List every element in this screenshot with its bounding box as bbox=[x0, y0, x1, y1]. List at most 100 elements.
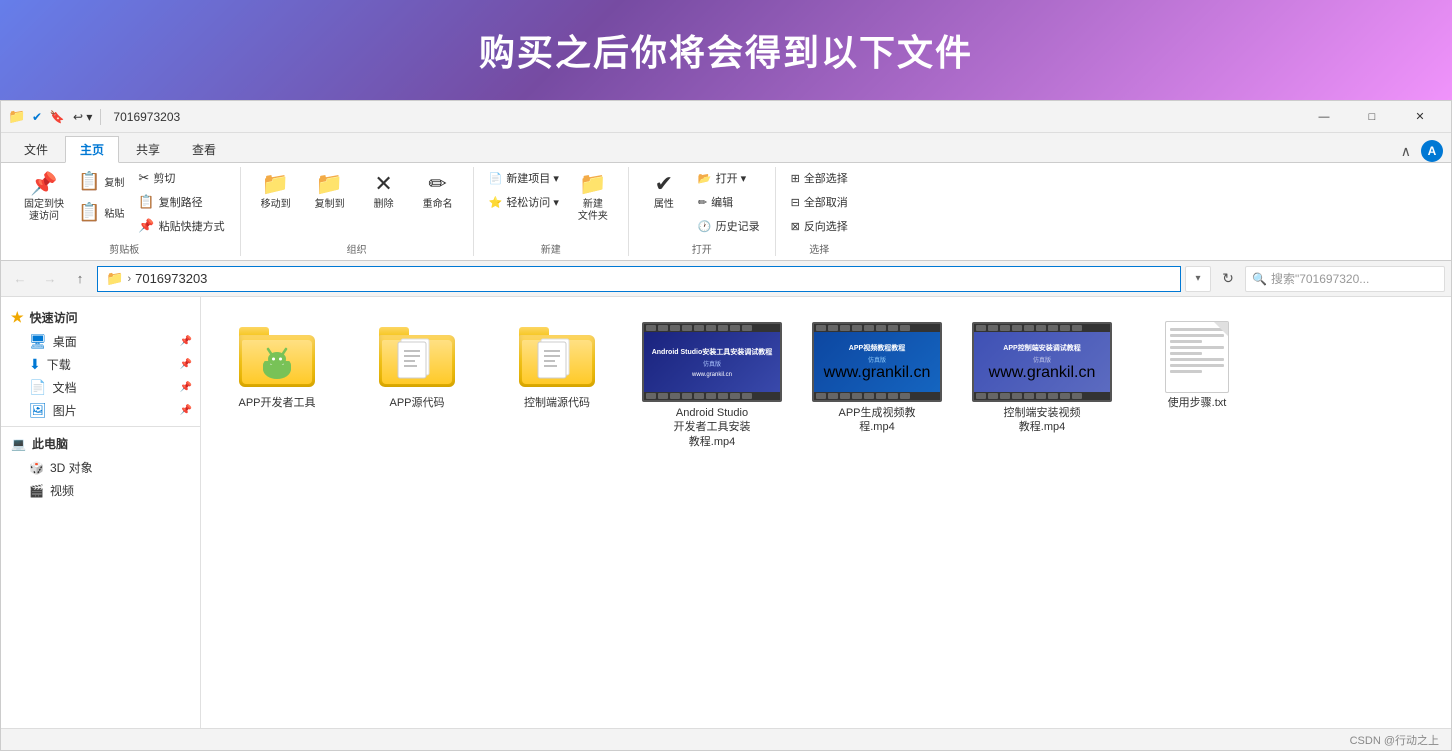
undo-button[interactable]: ↩ ▾ bbox=[73, 110, 92, 124]
sidebar: ★ 快速访问 🖥 桌面 📌 ⬇ 下载 📌 📄 文档 📌 🖼 图片 � bbox=[1, 297, 201, 728]
app-gen-video-content: APP视频教程教程 仿真版 www.grankil.cn bbox=[814, 332, 940, 392]
file-item-android-studio-video[interactable]: Android Studio安装工具安装调试教程 仿真版 www.grankil… bbox=[637, 313, 787, 458]
file-item-app-gen-video[interactable]: APP视频教程教程 仿真版 www.grankil.cn APP生成视频教程.m… bbox=[807, 313, 947, 458]
new-folder-button[interactable]: 📁 新建文件夹 bbox=[568, 167, 618, 227]
minimize-button[interactable]: — bbox=[1301, 102, 1347, 132]
copy-button[interactable]: 📋 复制 bbox=[73, 167, 129, 196]
back-button[interactable]: ← bbox=[7, 266, 33, 292]
breadcrumb-path: 7016973203 bbox=[135, 271, 207, 286]
file-item-app-source[interactable]: APP源代码 bbox=[357, 313, 477, 458]
new-label: 新建 bbox=[541, 241, 561, 256]
this-pc-header[interactable]: 💻 此电脑 bbox=[1, 431, 200, 456]
sidebar-item-downloads[interactable]: ⬇ 下载 📌 bbox=[1, 353, 200, 376]
sidebar-item-videos[interactable]: 🎬 视频 bbox=[1, 479, 200, 502]
quick-access-label: 快速访问 bbox=[30, 309, 78, 326]
3d-icon: 🎲 bbox=[29, 461, 44, 475]
desktop-icon: 🖥 bbox=[29, 333, 47, 350]
filmstrip-top-3 bbox=[974, 324, 1110, 332]
select-none-button[interactable]: ⊟ 全部取消 bbox=[786, 191, 853, 213]
window-title: 7016973203 bbox=[113, 110, 180, 124]
open-label: 打开 bbox=[692, 241, 712, 256]
txt-line-8 bbox=[1170, 370, 1202, 373]
filmstrip-top-2 bbox=[814, 324, 940, 332]
title-bar: 📁 ✔ 🔖 ↩ ▾ 7016973203 — □ ✕ bbox=[1, 101, 1451, 133]
rename-button[interactable]: ✏ 重命名 bbox=[413, 167, 463, 223]
history-icon: 🕐 bbox=[698, 220, 712, 233]
paste-shortcut-icon: 📌 bbox=[138, 218, 154, 234]
history-button[interactable]: 🕐 历史记录 bbox=[693, 215, 765, 237]
txt-file-icon bbox=[1165, 321, 1229, 393]
easy-access-button[interactable]: ⭐ 轻松访问 ▾ bbox=[484, 191, 564, 213]
main-area: ★ 快速访问 🖥 桌面 📌 ⬇ 下载 📌 📄 文档 📌 🖼 图片 � bbox=[1, 297, 1451, 728]
maximize-button[interactable]: □ bbox=[1349, 102, 1395, 132]
sidebar-item-documents[interactable]: 📄 文档 📌 bbox=[1, 376, 200, 399]
up-button[interactable]: ↑ bbox=[67, 266, 93, 292]
search-bar[interactable]: 🔍 搜索"701697320... bbox=[1245, 266, 1445, 292]
ribbon-collapse-button[interactable]: ∧ bbox=[1395, 141, 1417, 162]
address-dropdown-button[interactable]: ▾ bbox=[1185, 266, 1211, 292]
star-icon: ★ bbox=[11, 309, 24, 326]
close-button[interactable]: ✕ bbox=[1397, 102, 1443, 132]
sidebar-item-3d-objects[interactable]: 🎲 3D 对象 bbox=[1, 456, 200, 479]
copy-path-button[interactable]: 📋 复制路径 bbox=[133, 191, 229, 213]
breadcrumb-arrow: › bbox=[127, 273, 131, 285]
ctrlpanel-video-link: www.grankil.cn bbox=[989, 364, 1096, 382]
txt-line-7 bbox=[1170, 364, 1224, 367]
tab-home[interactable]: 主页 bbox=[65, 136, 119, 163]
sidebar-divider bbox=[1, 426, 200, 427]
file-item-usage-txt[interactable]: 使用步骤.txt bbox=[1137, 313, 1257, 458]
filmstrip-bottom-2 bbox=[814, 392, 940, 400]
user-avatar[interactable]: A bbox=[1421, 140, 1443, 162]
ribbon-group-clipboard: 📌 固定到快速访问 📋 复制 📋 粘贴 ✂ 剪切 bbox=[9, 167, 241, 256]
tab-view[interactable]: 查看 bbox=[177, 136, 231, 162]
computer-label: 此电脑 bbox=[32, 435, 68, 452]
banner-title: 购买之后你将会得到以下文件 bbox=[479, 24, 973, 76]
edit-button[interactable]: ✏ 编辑 bbox=[693, 191, 765, 213]
scissors-icon: ✂ bbox=[138, 170, 149, 186]
tab-share[interactable]: 共享 bbox=[121, 136, 175, 162]
title-sep bbox=[100, 109, 101, 125]
sidebar-item-pictures[interactable]: 🖼 图片 📌 bbox=[1, 399, 200, 422]
select-all-button[interactable]: ⊞ 全部选择 bbox=[786, 167, 853, 189]
ctrl-source-icon-wrapper bbox=[517, 322, 597, 392]
pin-icon-desktop: 📌 bbox=[180, 336, 192, 347]
file-item-app-dev-tools[interactable]: APP开发者工具 bbox=[217, 313, 337, 458]
appgen-video-link: www.grankil.cn bbox=[824, 364, 931, 382]
new-item-icon: 📄 bbox=[489, 172, 503, 185]
quick-access-header[interactable]: ★ 快速访问 bbox=[1, 305, 200, 330]
source-doc-icon bbox=[395, 335, 439, 383]
paste-icon: 📋 bbox=[78, 202, 100, 223]
check-icon: ✔ bbox=[29, 109, 45, 125]
forward-button[interactable]: → bbox=[37, 266, 63, 292]
folder-app-source-icon bbox=[379, 327, 455, 387]
pictures-icon: 🖼 bbox=[29, 402, 47, 419]
pin-button[interactable]: 📌 固定到快速访问 bbox=[19, 167, 69, 227]
invert-select-button[interactable]: ⊠ 反向选择 bbox=[786, 215, 853, 237]
copy-to-button[interactable]: 📁 复制到 bbox=[305, 167, 355, 223]
refresh-button[interactable]: ↻ bbox=[1215, 266, 1241, 292]
file-item-ctrl-source[interactable]: 控制端源代码 bbox=[497, 313, 617, 458]
ribbon-group-new: 📄 新建项目 ▾ ⭐ 轻松访问 ▾ 📁 新建文件夹 新建 bbox=[474, 167, 629, 256]
3d-label: 3D 对象 bbox=[50, 459, 93, 476]
ctrl-panel-video-wrapper: APP控制端安装调试教程 仿真版 www.grankil.cn bbox=[972, 322, 1112, 402]
delete-icon: ✕ bbox=[374, 171, 392, 197]
paste-button[interactable]: 📋 粘贴 bbox=[73, 198, 129, 227]
computer-icon: 💻 bbox=[11, 437, 26, 451]
open-button[interactable]: 📂 打开 ▾ bbox=[693, 167, 765, 189]
file-label-app-source: APP源代码 bbox=[389, 396, 444, 410]
move-to-button[interactable]: 📁 移动到 bbox=[251, 167, 301, 223]
properties-button[interactable]: ✔ 属性 bbox=[639, 167, 689, 223]
file-label-app-gen-video: APP生成视频教程.mp4 bbox=[838, 406, 915, 435]
sidebar-item-desktop[interactable]: 🖥 桌面 📌 bbox=[1, 330, 200, 353]
tab-file[interactable]: 文件 bbox=[9, 136, 63, 162]
cut-button[interactable]: ✂ 剪切 bbox=[133, 167, 229, 189]
edit-icon: ✏ bbox=[698, 196, 707, 209]
ctrlpanel-video-title: APP控制端安装调试教程 bbox=[1003, 343, 1080, 353]
navigation-bar: ← → ↑ 📁 › 7016973203 ▾ ↻ 🔍 搜索"701697320.… bbox=[1, 261, 1451, 297]
file-item-ctrl-panel-video[interactable]: APP控制端安装调试教程 仿真版 www.grankil.cn 控制端安装视频教… bbox=[967, 313, 1117, 458]
breadcrumb-bar[interactable]: 📁 › 7016973203 bbox=[97, 266, 1181, 292]
ribbon-group-open: ✔ 属性 📂 打开 ▾ ✏ 编辑 🕐 历史记录 bbox=[629, 167, 776, 256]
delete-button[interactable]: ✕ 删除 bbox=[359, 167, 409, 223]
new-item-button[interactable]: 📄 新建项目 ▾ bbox=[484, 167, 564, 189]
paste-shortcut-button[interactable]: 📌 粘贴快捷方式 bbox=[133, 215, 229, 237]
